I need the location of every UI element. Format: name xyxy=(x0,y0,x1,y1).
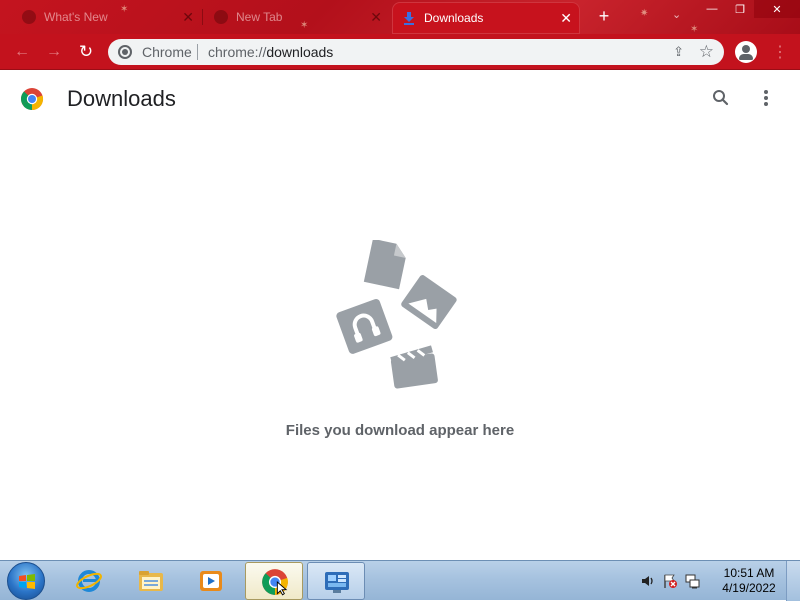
media-player-icon xyxy=(200,571,222,591)
tab-label: What's New xyxy=(44,10,108,24)
windows-logo-icon xyxy=(19,574,35,589)
profile-avatar-icon[interactable] xyxy=(735,41,757,63)
windows-taskbar: 10:51 AM 4/19/2022 xyxy=(0,560,800,601)
file-explorer-icon xyxy=(139,571,163,591)
new-tab-favicon-icon xyxy=(214,10,228,24)
restore-button[interactable]: ❐ xyxy=(726,0,754,18)
internet-explorer-icon xyxy=(76,570,102,592)
back-button[interactable]: ← xyxy=(12,42,32,62)
address-bar[interactable]: Chrome chrome://downloads ⇪ ☆ xyxy=(108,39,724,65)
tab-label: New Tab xyxy=(236,10,283,24)
window-controls: — ❐ ✕ xyxy=(698,0,800,18)
chrome-logo-icon xyxy=(21,88,44,111)
url-path: downloads xyxy=(266,44,334,60)
chrome-menu-icon[interactable]: ⋮ xyxy=(772,42,788,62)
clock-date: 4/19/2022 xyxy=(722,581,776,595)
more-options-icon[interactable] xyxy=(756,88,776,108)
chrome-page-icon xyxy=(118,45,132,59)
system-clock[interactable]: 10:51 AM 4/19/2022 xyxy=(714,566,784,596)
chrome-icon xyxy=(262,569,288,596)
reload-button[interactable]: ↻ xyxy=(76,42,96,62)
start-button[interactable] xyxy=(7,562,45,600)
chrome-favicon-icon xyxy=(22,10,36,24)
tab-divider xyxy=(202,9,203,25)
new-tab-button[interactable]: + xyxy=(594,6,614,26)
share-icon[interactable]: ⇪ xyxy=(673,44,684,60)
minimize-button[interactable]: — xyxy=(698,0,726,18)
decor-sparkle: ✷ xyxy=(640,8,649,19)
search-icon[interactable] xyxy=(711,88,731,108)
close-icon[interactable]: ✕ xyxy=(182,9,194,26)
taskbar-media-player[interactable] xyxy=(182,562,240,600)
forward-button[interactable]: → xyxy=(44,42,64,62)
close-icon[interactable]: ✕ xyxy=(370,9,382,26)
control-panel-icon xyxy=(325,572,349,593)
decor-sparkle: ✶ xyxy=(690,24,699,34)
omnibox-chip: Chrome xyxy=(142,44,192,60)
tab-strip: ✶ ✶ ✷ ✶ What's New ✕ New Tab ✕ Downloads… xyxy=(0,0,800,34)
bookmark-star-icon[interactable]: ☆ xyxy=(699,42,714,62)
empty-downloads-illustration xyxy=(336,240,457,389)
taskbar-chrome[interactable] xyxy=(245,562,303,600)
url-text: chrome://downloads xyxy=(208,44,333,60)
network-icon[interactable] xyxy=(684,573,700,589)
downloads-page: Downloads Files you download appear here xyxy=(0,70,800,560)
video-icon xyxy=(390,345,438,389)
close-window-button[interactable]: ✕ xyxy=(754,0,800,18)
action-center-flag-icon[interactable] xyxy=(662,573,678,589)
browser-toolbar: ← → ↻ Chrome chrome://downloads ⇪ ☆ ⋮ xyxy=(0,34,800,70)
volume-icon[interactable] xyxy=(640,573,656,589)
taskbar-internet-explorer[interactable] xyxy=(60,562,118,600)
clock-time: 10:51 AM xyxy=(723,566,775,580)
tab-whats-new[interactable]: What's New ✕ xyxy=(12,0,202,34)
tab-new-tab[interactable]: New Tab ✕ xyxy=(204,0,390,34)
system-tray xyxy=(640,573,700,589)
empty-state-message: Files you download appear here xyxy=(285,422,515,439)
taskbar-control-panel[interactable] xyxy=(307,562,365,600)
tab-label: Downloads xyxy=(424,11,484,25)
show-desktop-button[interactable] xyxy=(786,561,800,601)
url-prefix: chrome:// xyxy=(208,44,267,60)
download-icon xyxy=(402,11,416,25)
close-icon[interactable]: ✕ xyxy=(560,10,572,27)
tab-downloads[interactable]: Downloads ✕ xyxy=(392,2,580,34)
audio-icon xyxy=(336,299,393,354)
image-icon xyxy=(401,275,457,330)
taskbar-file-explorer[interactable] xyxy=(122,562,180,600)
document-icon xyxy=(363,240,406,290)
tab-search-chevron-icon[interactable]: ⌄ xyxy=(672,8,681,21)
page-title: Downloads xyxy=(67,86,176,111)
omnibox-divider xyxy=(197,44,198,60)
